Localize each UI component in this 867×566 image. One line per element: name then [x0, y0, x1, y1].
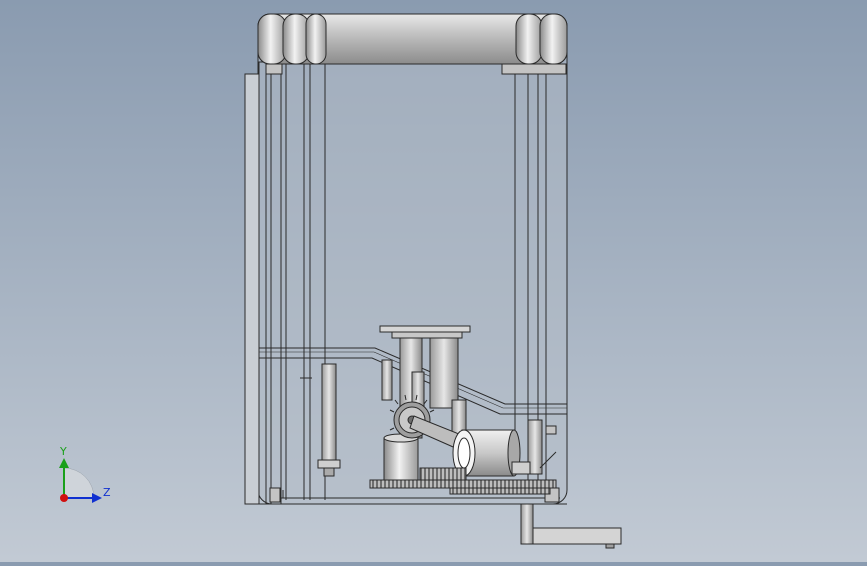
gear-housing	[383, 433, 419, 485]
triad-x-origin	[60, 494, 68, 502]
coordinate-triad[interactable]: Y Z	[59, 445, 111, 503]
crank-handle	[520, 503, 622, 549]
model-drawing: Y Z	[59, 13, 622, 549]
triad-y-arrow	[59, 458, 69, 468]
triad-z-arrow	[92, 493, 102, 503]
triad-label-y: Y	[59, 445, 67, 458]
triad-quadrant	[63, 467, 95, 499]
triad-label-z: Z	[103, 486, 111, 499]
cad-viewport[interactable]: Y Z	[0, 0, 867, 562]
